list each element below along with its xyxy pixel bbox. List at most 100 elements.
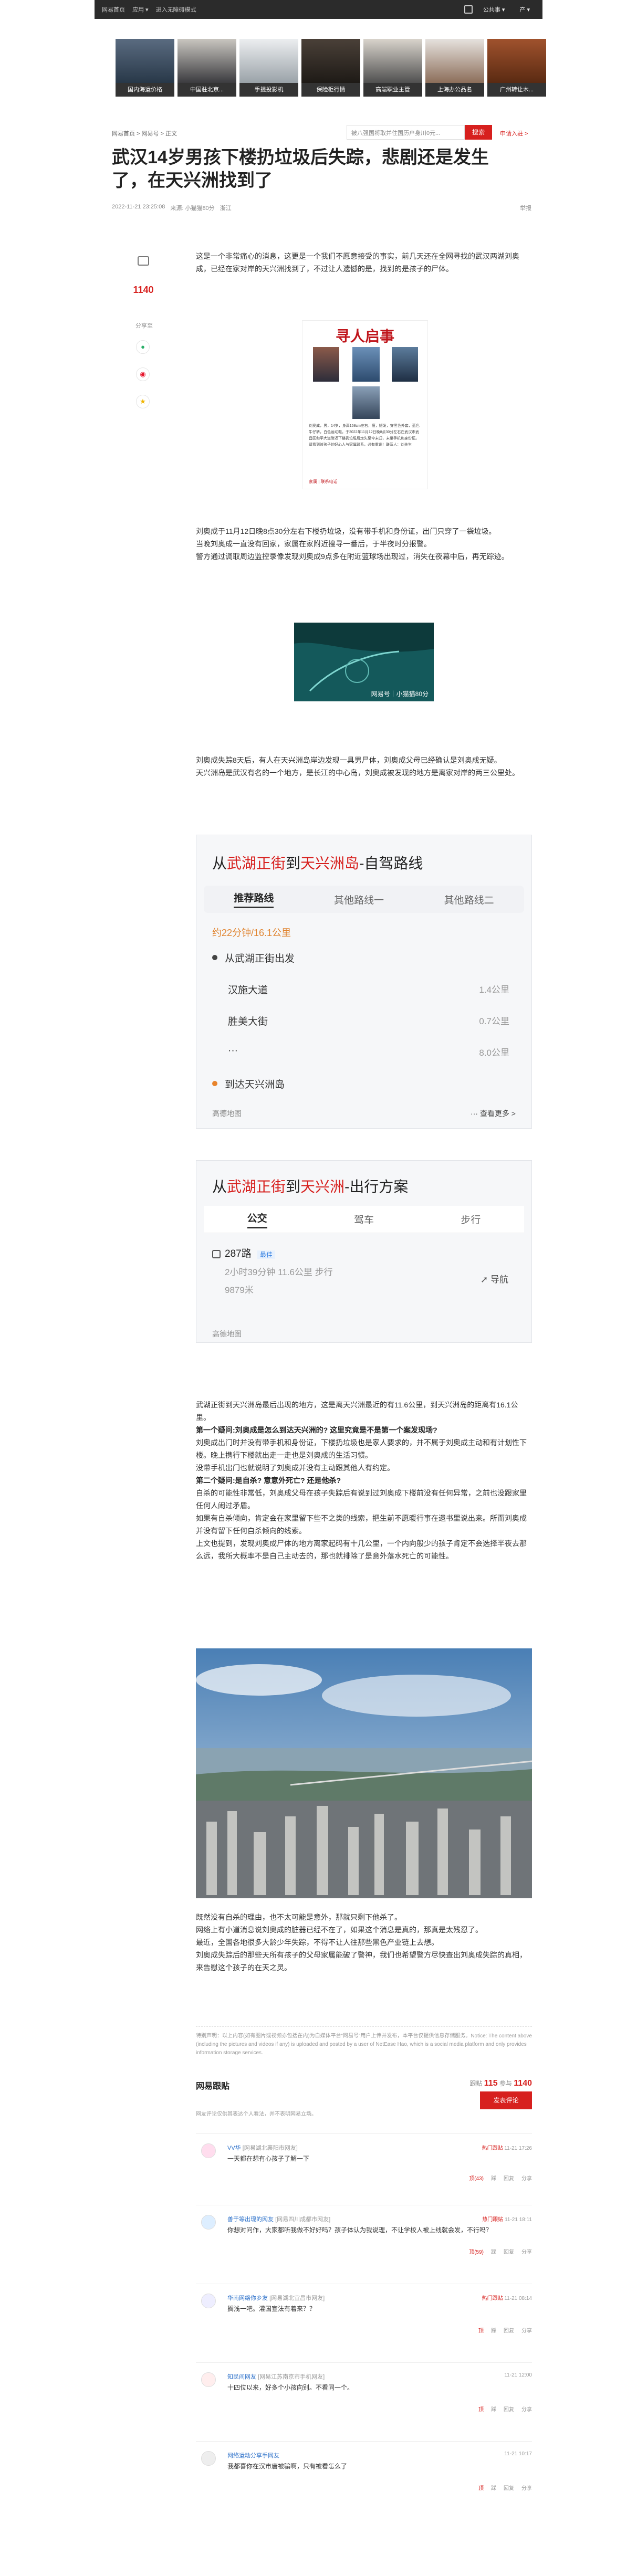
comment-hot-time: 热门跟贴 11-21 18:11 bbox=[482, 2217, 532, 2223]
apply-link[interactable]: 申请入驻 > bbox=[500, 129, 528, 138]
account-select[interactable]: 公共事 ▾ bbox=[479, 4, 509, 15]
share-button[interactable]: 分享 bbox=[521, 2174, 532, 2182]
tab-drive[interactable]: 驾车 bbox=[354, 1212, 374, 1226]
nav-link-home[interactable]: 网易首页 bbox=[102, 5, 125, 14]
ad-item[interactable]: 中国驻北京... bbox=[177, 39, 236, 97]
share-button[interactable]: 分享 bbox=[521, 2326, 532, 2334]
report-link[interactable]: 举报 bbox=[520, 204, 531, 212]
search-input[interactable]: 被八强国将取并住国历户身川0元... bbox=[347, 125, 465, 140]
reply-button[interactable]: 回复 bbox=[504, 2174, 514, 2182]
breadcrumb[interactable]: 网易首页 > 网易号 > 正文 bbox=[112, 129, 177, 138]
comment-icon[interactable] bbox=[138, 256, 149, 266]
upvote-button[interactable]: 顶 bbox=[478, 2484, 484, 2491]
comment-hot-time: 11-21 10:17 bbox=[504, 2451, 532, 2457]
ad-image bbox=[177, 39, 236, 83]
upvote-button[interactable]: 顶 bbox=[478, 2326, 484, 2334]
wechat-share-icon[interactable]: ● bbox=[136, 340, 150, 354]
transit-tabs: 公交 驾车 步行 bbox=[204, 1206, 524, 1233]
bus-number: 287路 bbox=[225, 1248, 252, 1259]
comment-user[interactable]: 知民间网友 [网易江苏南京市手机网友] bbox=[227, 2372, 325, 2381]
comment-item: VV华 [网易湖北襄阳市网友] 热门跟贴 11-21 17:26 一天都在想有心… bbox=[196, 2133, 532, 2186]
comment-user[interactable]: 网络运动分享手网友 bbox=[227, 2451, 279, 2459]
comment-actions: 顶(59) 踩回复 分享 bbox=[469, 2247, 532, 2255]
avatar[interactable] bbox=[201, 2143, 216, 2158]
article-meta: 2022-11-21 23:25:08 来源: 小猫猫80分 浙江 bbox=[112, 204, 232, 212]
tab-other-route-1[interactable]: 其他路线一 bbox=[334, 892, 384, 907]
comments-count: 跟贴 115 参与 1140 bbox=[469, 2079, 532, 2088]
downvote-button[interactable]: 踩 bbox=[491, 2174, 496, 2182]
article-paragraph: 既然没有自杀的理由，也不太可能是意外，那就只剩下他杀了。 网络上有小道消息说刘奥… bbox=[196, 1911, 532, 1974]
transit-card-footer: 高德地图 bbox=[212, 1329, 516, 1339]
paragraph-text: 自杀的可能性非常低，刘奥成父母在孩子失踪后有说到过刘奥成下楼前没有任何异常，之前… bbox=[196, 1489, 527, 1510]
comment-count[interactable]: 1140 bbox=[131, 285, 155, 296]
ad-item[interactable]: 广州转让木... bbox=[487, 39, 546, 97]
avatar[interactable] bbox=[201, 2215, 216, 2230]
ad-caption: 广州转让木... bbox=[487, 83, 546, 97]
nav-link-accessibility[interactable]: 进入无障碍模式 bbox=[156, 5, 196, 14]
ad-item[interactable]: 高端职业主管 bbox=[363, 39, 422, 97]
favorite-star-icon[interactable]: ★ bbox=[136, 395, 150, 408]
comment-user[interactable]: VV华 [网易湖北襄阳市网友] bbox=[227, 2143, 298, 2152]
missing-person-poster: 寻人启事 刘奥成，男，14岁，身高158cm左右，瘦，短发，穿黑色外套，蓝色牛仔… bbox=[302, 320, 428, 489]
ad-item[interactable]: 上海办公品名 bbox=[425, 39, 484, 97]
comment-item: 网络运动分享手网友 11-21 10:17 我都喜你在汉市唐被骗啊，只有被看怎么… bbox=[196, 2441, 532, 2499]
reply-button[interactable]: 回复 bbox=[504, 2405, 514, 2413]
transit-route-card[interactable]: 从武湖正街到天兴洲-出行方案 公交 驾车 步行 287路 最佳 2小时39分钟 … bbox=[196, 1160, 532, 1343]
tab-walk[interactable]: 步行 bbox=[461, 1212, 481, 1226]
ad-item[interactable]: 国内海运价格 bbox=[116, 39, 174, 97]
avatar[interactable] bbox=[201, 2294, 216, 2308]
login-icon[interactable] bbox=[464, 5, 473, 14]
bus-line: 287路 最佳 bbox=[212, 1246, 275, 1260]
ad-image bbox=[301, 39, 360, 83]
route-tabs: 推荐路线 其他路线一 其他路线二 bbox=[204, 886, 524, 913]
route-step: ··· 8.0公里 bbox=[228, 1045, 509, 1058]
map-source: 高德地图 bbox=[212, 1109, 242, 1118]
share-button[interactable]: 分享 bbox=[521, 2247, 532, 2255]
comment-actions: 顶(43) 踩回复 分享 bbox=[469, 2174, 532, 2182]
avatar[interactable] bbox=[201, 2372, 216, 2387]
paragraph-text: 当晚刘奥成一直没有回家，家属在家附近搜寻一番后，于半夜时分报警。 bbox=[196, 540, 431, 548]
paragraph-text: 天兴洲岛是武汉有名的一个地方，是长江的中心岛，刘奥成被发现的地方是离家对岸的两三… bbox=[196, 769, 519, 777]
weibo-share-icon[interactable]: ◉ bbox=[136, 367, 150, 381]
ad-item[interactable]: 保险柜行情 bbox=[301, 39, 360, 97]
avatar[interactable] bbox=[201, 2451, 216, 2466]
comment-actions: 顶踩 回复 分享 bbox=[478, 2484, 532, 2491]
upvote-button[interactable]: 顶 bbox=[478, 2405, 484, 2413]
downvote-button[interactable]: 踩 bbox=[491, 2326, 496, 2334]
tab-bus[interactable]: 公交 bbox=[247, 1211, 267, 1228]
more-select[interactable]: 产 ▾ bbox=[515, 4, 534, 15]
reply-button[interactable]: 回复 bbox=[504, 2484, 514, 2491]
reply-button[interactable]: 回复 bbox=[504, 2247, 514, 2255]
article-source[interactable]: 来源: 小猫猫80分 bbox=[170, 204, 214, 212]
paragraph-text: 武湖正街到天兴洲岛最后出现的地方，这是离天兴洲最近的有11.6公里，到天兴洲岛的… bbox=[196, 1401, 518, 1422]
poster-photo bbox=[352, 347, 380, 382]
news-video-frame[interactable]: 网易号｜小猫猫80分 bbox=[294, 623, 434, 701]
reply-button[interactable]: 回复 bbox=[504, 2326, 514, 2334]
driving-route-card[interactable]: 从武湖正街到天兴洲岛-自驾路线 推荐路线 其他路线一 其他路线二 约22分钟/1… bbox=[196, 835, 532, 1129]
comment-text: 十四位以来，好多个小孩向别。不看同一个。 bbox=[227, 2384, 354, 2391]
ad-caption: 中国驻北京... bbox=[177, 83, 236, 97]
poster-photo bbox=[313, 347, 339, 382]
search-button[interactable]: 搜索 bbox=[465, 125, 492, 140]
navigate-button[interactable]: ➚ 导航 bbox=[481, 1272, 508, 1285]
view-more-link[interactable]: ··· 查看更多 > bbox=[471, 1108, 516, 1119]
share-button[interactable]: 分享 bbox=[521, 2484, 532, 2491]
paragraph-text: 刘奥成失踪8天后，有人在天兴洲岛岸边发现一具男尸体，刘奥成父母已经确认是刘奥成无… bbox=[196, 756, 502, 764]
downvote-button[interactable]: 踩 bbox=[491, 2484, 496, 2491]
route-card-footer: 高德地图 ··· 查看更多 > bbox=[212, 1108, 516, 1119]
upvote-button[interactable]: 顶(59) bbox=[469, 2247, 484, 2255]
ad-item[interactable]: 手提投影机 bbox=[239, 39, 298, 97]
downvote-button[interactable]: 踩 bbox=[491, 2405, 496, 2413]
comment-user[interactable]: 华南网络你乡友 [网易湖北宜昌市网友] bbox=[227, 2294, 325, 2302]
disclaimer-text: 特别声明：以上内容(如有图片或视频亦包括在内)为自媒体平台“网易号”用户上传并发… bbox=[196, 2026, 532, 2057]
transit-card-title: 从武湖正街到天兴洲-出行方案 bbox=[212, 1179, 409, 1195]
ad-caption: 保险柜行情 bbox=[301, 83, 360, 97]
tab-recommended-route[interactable]: 推荐路线 bbox=[234, 890, 274, 908]
tab-other-route-2[interactable]: 其他路线二 bbox=[444, 892, 494, 907]
downvote-button[interactable]: 踩 bbox=[491, 2247, 496, 2255]
nav-link-apps[interactable]: 应用 ▾ bbox=[132, 5, 149, 14]
comment-user[interactable]: 善于等出现的网友 [网易四川成都市网友] bbox=[227, 2215, 330, 2223]
post-comment-button[interactable]: 发表评论 bbox=[480, 2091, 532, 2109]
upvote-button[interactable]: 顶(43) bbox=[469, 2174, 484, 2182]
share-button[interactable]: 分享 bbox=[521, 2405, 532, 2413]
